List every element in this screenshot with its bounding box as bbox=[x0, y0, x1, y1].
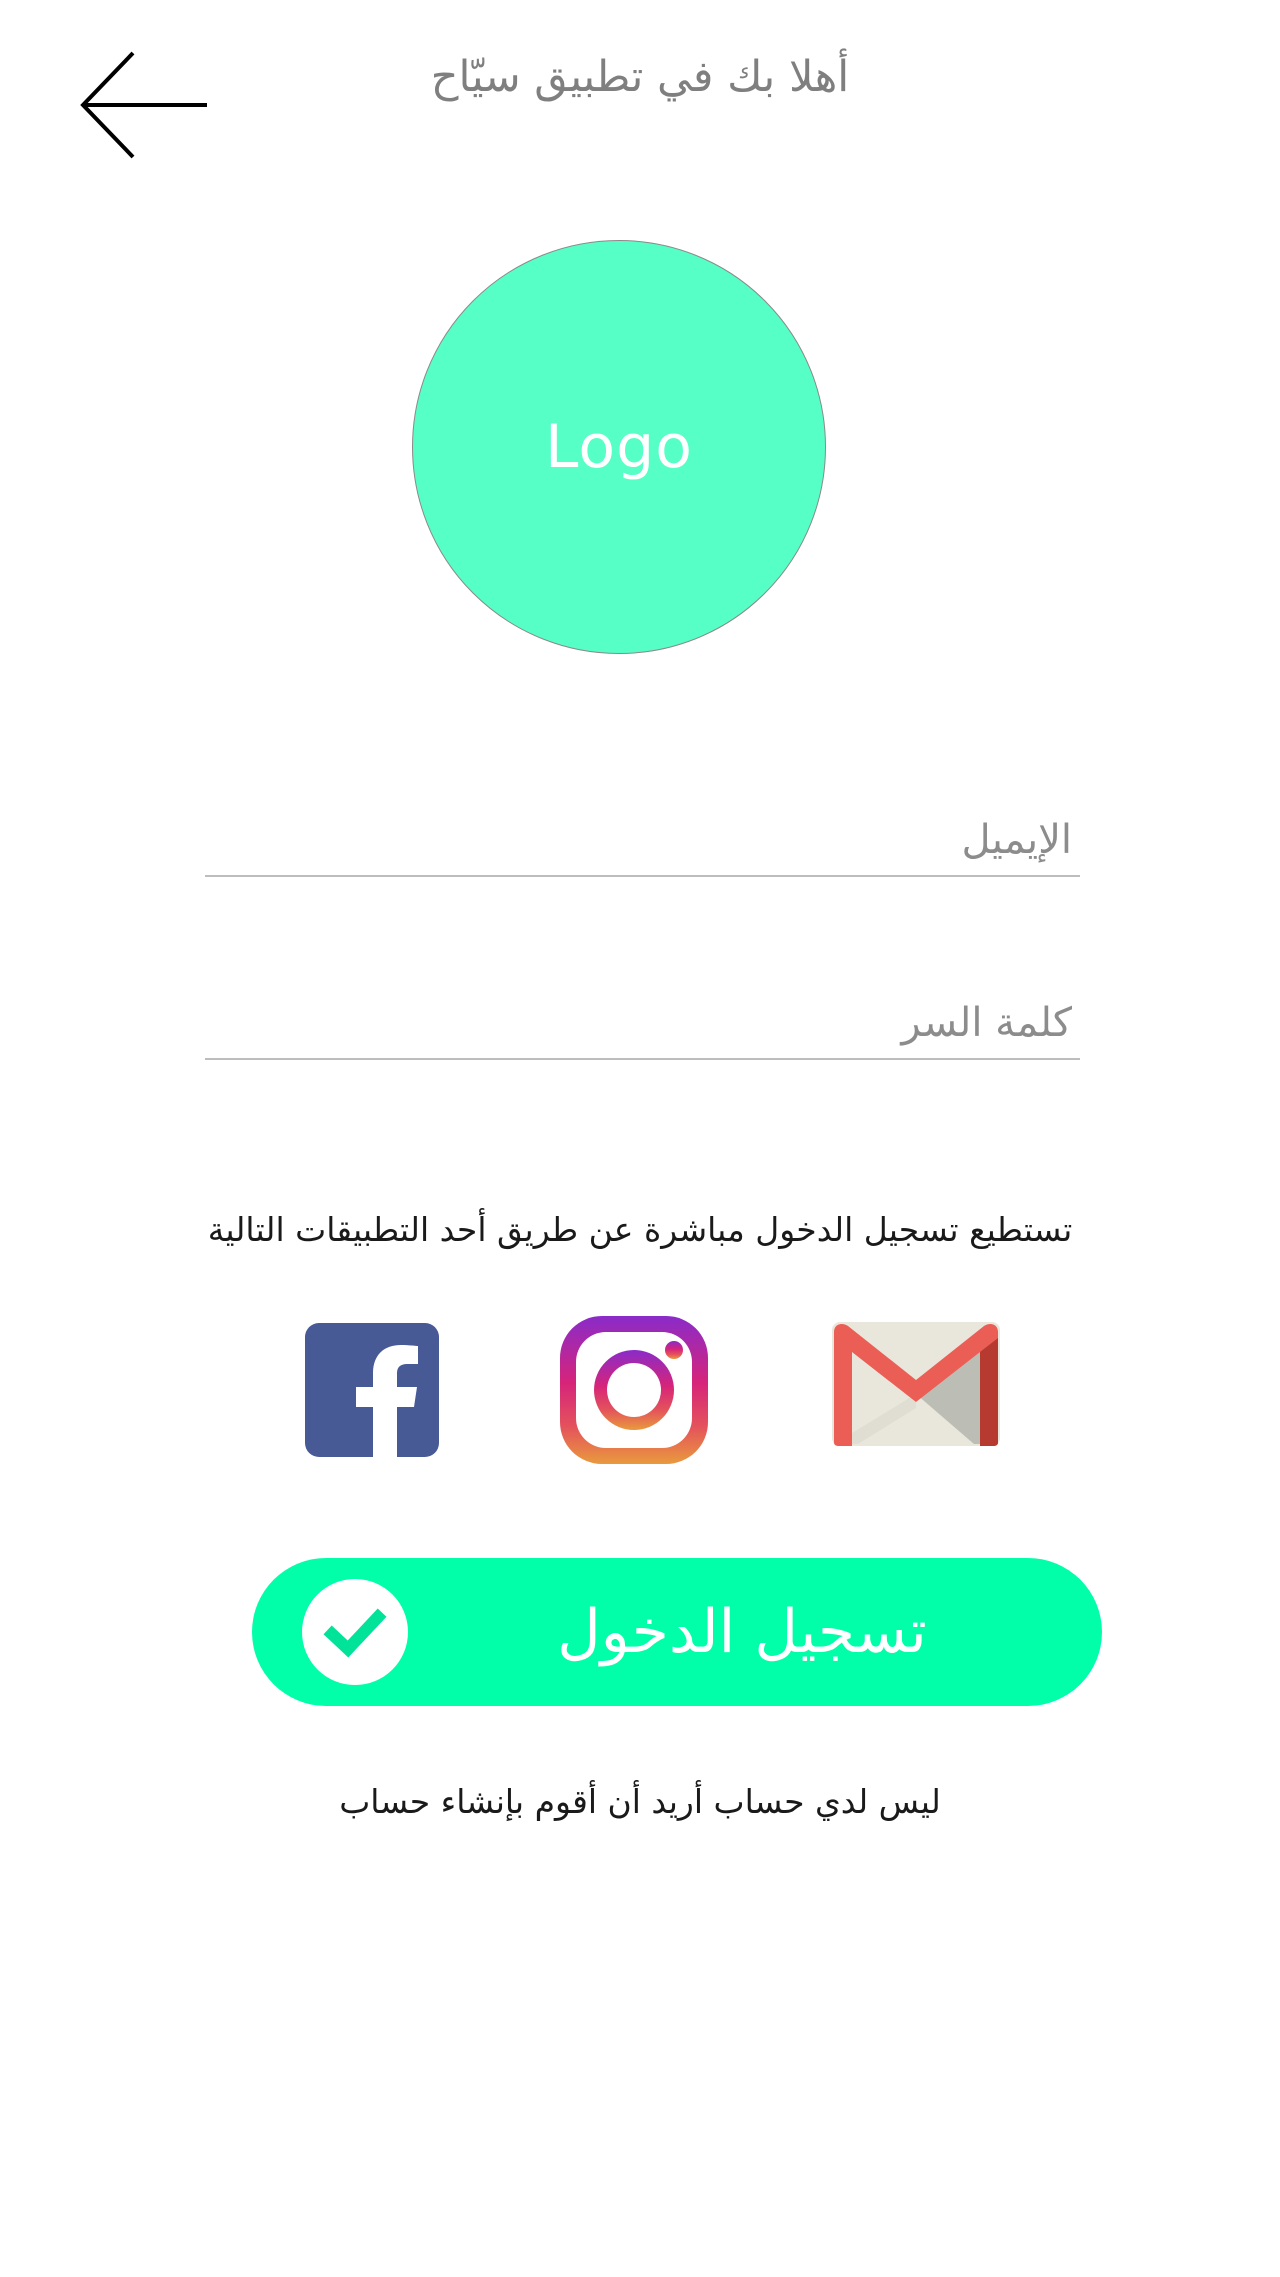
app-logo: Logo bbox=[412, 240, 826, 654]
password-field-container bbox=[205, 988, 1080, 1060]
check-icon-badge bbox=[302, 1579, 408, 1685]
gmail-login-button[interactable] bbox=[832, 1322, 1000, 1450]
password-field[interactable] bbox=[205, 988, 1080, 1058]
gmail-icon bbox=[832, 1322, 1000, 1446]
instagram-icon bbox=[560, 1316, 708, 1464]
instagram-login-button[interactable] bbox=[558, 1314, 710, 1466]
social-login-caption: تستطيع تسجيل الدخول مباشرة عن طريق أحد ا… bbox=[207, 1210, 1073, 1249]
login-button[interactable]: تسجيل الدخول bbox=[252, 1558, 1102, 1706]
facebook-icon bbox=[305, 1323, 439, 1457]
create-account-link[interactable]: ليس لدي حساب أريد أن أقوم بإنشاء حساب bbox=[0, 1782, 1280, 1821]
email-field-container bbox=[205, 805, 1080, 877]
facebook-login-button[interactable] bbox=[305, 1323, 439, 1457]
check-icon bbox=[323, 1608, 387, 1658]
email-field[interactable] bbox=[205, 805, 1080, 875]
page-title: أهلا بك في تطبيق سيّاح bbox=[430, 52, 850, 102]
login-button-label: تسجيل الدخول bbox=[557, 1597, 927, 1667]
logo-text: Logo bbox=[545, 412, 693, 482]
